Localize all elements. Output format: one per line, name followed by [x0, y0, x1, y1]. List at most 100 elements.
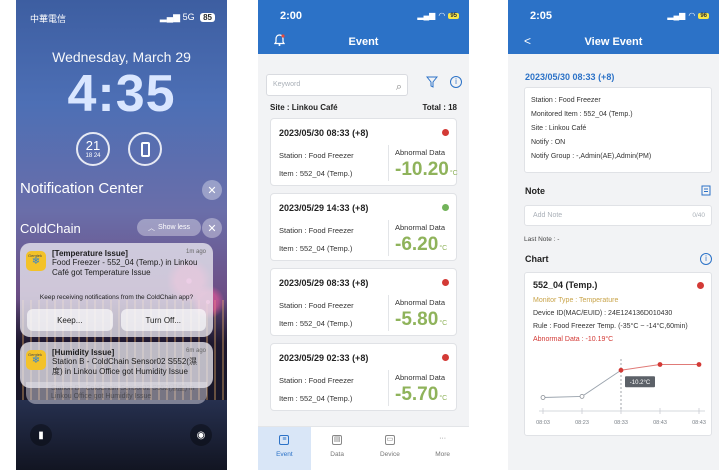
event-list-phone: 2:00 ▂▄▆ ◠ 95 Event Keyword ⌕ i Site : L… — [258, 0, 469, 470]
note-edit-icon[interactable] — [701, 185, 712, 196]
filter-icon[interactable] — [426, 76, 438, 88]
series-line-normal — [542, 369, 622, 398]
bottom-nav: ≡ Event ▤ Data ▭ Device ··· More — [258, 426, 469, 470]
note-header: Note — [525, 186, 545, 196]
page-title: Event — [348, 36, 379, 48]
phone-icon — [140, 141, 150, 157]
notification-center-title: Notification Center — [20, 180, 144, 197]
event-item: Item : 552_04 (Temp.) — [279, 319, 353, 328]
event-station: Station : Food Freezer — [279, 376, 354, 385]
status-icons: ▂▄▆ ◠ 95 — [417, 11, 459, 20]
device-icon: ▭ — [384, 435, 395, 445]
event-datetime: 2023/05/29 08:33 (+8) — [279, 278, 369, 288]
close-icon[interactable]: ✕ — [202, 180, 222, 200]
nav-label: More — [435, 451, 451, 458]
status-dot — [442, 354, 449, 361]
turn-off-button[interactable]: Turn Off... — [120, 309, 206, 331]
value-number: -10.20 — [395, 159, 449, 180]
search-placeholder: Keyword — [273, 81, 301, 88]
info-notify: Notify : ON — [531, 139, 566, 146]
event-card[interactable]: 2023/05/30 08:33 (+8) Station : Food Fre… — [270, 118, 458, 186]
event-list-icon: ≡ — [279, 435, 290, 445]
signal-icon: ▂▄▆ — [417, 11, 436, 20]
signal-icon: ▂▄▆ — [159, 12, 181, 22]
site-label: Site : Linkou Café — [270, 103, 338, 112]
signal-icon: ▂▄▆ — [667, 11, 686, 20]
abnormal-value: -10.20°C — [395, 159, 458, 181]
value-unit: °C — [439, 395, 448, 402]
event-datetime: 2023/05/30 08:33 (+8) — [279, 128, 369, 138]
event-station: Station : Food Freezer — [279, 226, 354, 235]
info-station: Station : Food Freezer — [531, 97, 601, 104]
status-dot — [442, 204, 449, 211]
event-card[interactable]: 2023/05/29 14:33 (+8) Station : Food Fre… — [270, 193, 457, 261]
chart-title: 552_04 (Temp.) — [533, 280, 598, 290]
note-input[interactable]: Add Note 0/40 — [524, 205, 712, 226]
show-less-button[interactable]: ︿ Show less — [137, 219, 201, 236]
nav-more[interactable]: ··· More — [416, 427, 469, 470]
monitor-type: Monitor Type : Temperature — [533, 297, 619, 304]
notification-temperature[interactable]: Gemtek ❄ [Temperature Issue] 1m ago Food … — [20, 243, 213, 337]
battery-icon: 85 — [200, 13, 215, 22]
notification-humidity[interactable]: Gemtek ❄ [Humidity Issue] 6m ago Station … — [20, 342, 213, 388]
event-card[interactable]: 2023/05/29 02:33 (+8) Station : Food Fre… — [270, 343, 457, 411]
search-input[interactable]: Keyword ⌕ — [266, 74, 408, 96]
notification-title: [Humidity Issue] — [52, 348, 115, 357]
card-divider — [388, 145, 389, 181]
notification-body: Station B - ColdChain Sensor02 S552(濕度) … — [52, 357, 197, 376]
x-tick-label: 08:23 — [575, 420, 589, 426]
screenshot-stage: 中華電信 ▂▄▆ 5G 85 Wednesday, March 29 4:35 … — [0, 0, 726, 470]
close-icon[interactable]: ✕ — [202, 218, 222, 238]
last-note: Last Note : - — [524, 236, 560, 243]
card-divider — [388, 370, 389, 406]
event-datetime: 2023/05/29 02:33 (+8) — [279, 353, 369, 363]
keep-button[interactable]: Keep... — [27, 309, 113, 331]
camera-icon[interactable]: ◉ — [190, 424, 212, 446]
nav-label: Event — [276, 451, 293, 458]
chart-ticks: 08:03 08:23 08:33 08:43 08:43 — [536, 420, 706, 426]
abnormal-value: -5.80°C — [395, 309, 447, 331]
x-tick-label: 08:43 — [692, 420, 706, 426]
nav-data[interactable]: ▤ Data — [311, 427, 364, 470]
info-icon[interactable]: i — [450, 76, 462, 88]
chart-tooltip: -10.2°C — [625, 376, 655, 388]
tooltip-label: -10.2°C — [630, 380, 651, 386]
info-icon[interactable]: i — [700, 253, 712, 265]
wifi-icon: ◠ — [438, 11, 446, 20]
data-point — [540, 395, 546, 400]
status-icons: ▂▄▆ ◠ 96 — [667, 11, 709, 20]
chart-card: 552_04 (Temp.) Monitor Type : Temperatur… — [524, 272, 712, 436]
data-point — [618, 367, 624, 373]
value-number: -5.80 — [395, 309, 439, 330]
event-datetime: 2023/05/29 14:33 (+8) — [279, 203, 369, 213]
site-summary: Site : Linkou Café Total : 18 — [270, 103, 457, 112]
rule-text: Rule : Food Freezer Temp. (-35°C ~ -14°C… — [533, 323, 688, 330]
note-placeholder: Add Note — [533, 212, 563, 219]
status-time: 2:00 — [280, 10, 303, 22]
device-id: Device ID(MAC/EUID) : 24E124136D010430 — [533, 310, 673, 317]
event-item: Item : 552_04 (Temp.) — [279, 394, 353, 403]
nav-label: Device — [379, 451, 400, 458]
device-widget[interactable] — [128, 132, 162, 166]
x-tick-label: 08:03 — [536, 420, 550, 426]
flashlight-icon[interactable]: ▮ — [30, 424, 52, 446]
value-number: -6.20 — [395, 234, 439, 255]
status-time: 2:05 — [530, 10, 553, 22]
notification-body: Food Freezer - 552_04 (Temp.) in Linkou … — [52, 258, 198, 277]
event-card[interactable]: 2023/05/29 08:33 (+8) Station : Food Fre… — [270, 268, 457, 336]
event-station: Station : Food Freezer — [279, 151, 354, 160]
search-icon[interactable]: ⌕ — [396, 77, 402, 97]
card-divider — [388, 295, 389, 331]
value-unit: °C — [439, 245, 448, 252]
nav-label: Data — [330, 451, 344, 458]
chart-header: Chart — [525, 254, 549, 264]
chevron-up-icon: ︿ — [148, 224, 156, 232]
carrier-label: 中華電信 — [30, 14, 67, 24]
app-icon-brand: Gemtek — [28, 352, 43, 357]
abnormal-label: Abnormal Data — [395, 223, 446, 232]
nav-event[interactable]: ≡ Event — [258, 427, 311, 470]
view-event-phone: 2:05 ▂▄▆ ◠ 96 < View Event 2023/05/30 08… — [508, 0, 719, 470]
weather-widget[interactable]: 21 18 24 — [76, 132, 110, 166]
nav-device[interactable]: ▭ Device — [364, 427, 417, 470]
abnormal-label: Abnormal Data — [395, 148, 446, 157]
